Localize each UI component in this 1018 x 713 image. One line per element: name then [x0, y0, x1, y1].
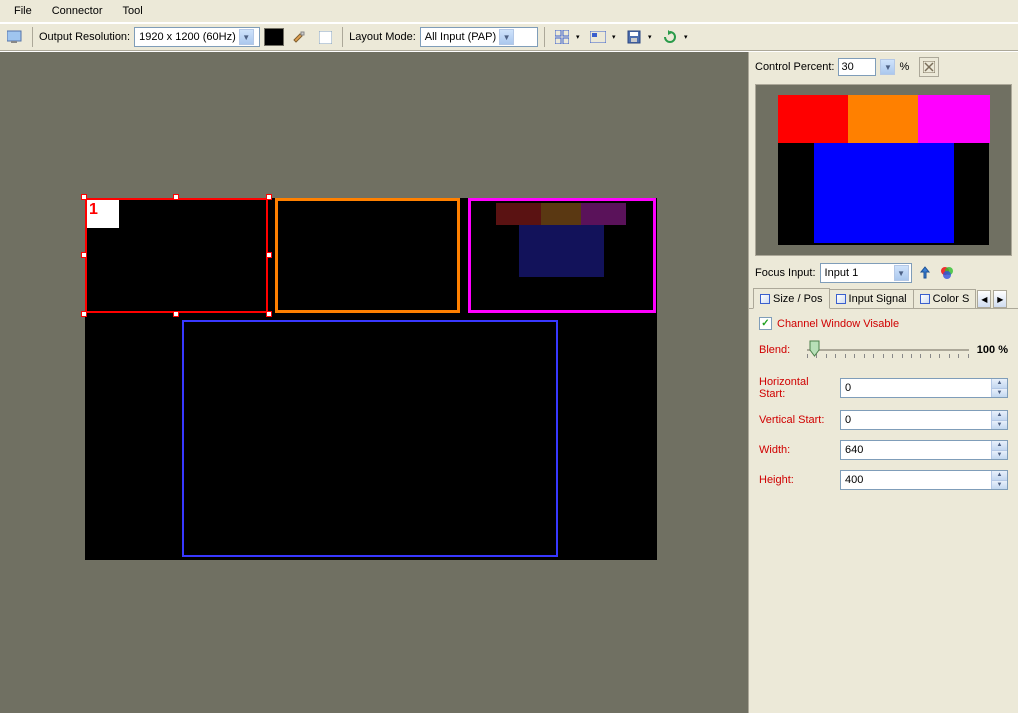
window-input-3[interactable]	[468, 198, 656, 313]
hstart-spinbox[interactable]: ▲▼	[840, 378, 1008, 398]
menu-tool[interactable]: Tool	[113, 2, 153, 20]
tab-icon	[836, 294, 846, 304]
preview-canvas[interactable]	[778, 95, 989, 245]
focus-input-select[interactable]: Input 1 ▼	[820, 263, 912, 283]
control-percent-row: Control Percent: ▼ %	[749, 52, 1018, 82]
menubar: File Connector Tool	[0, 0, 1018, 23]
tab-input-signal[interactable]: Input Signal	[829, 289, 914, 308]
height-label: Height:	[759, 474, 836, 486]
background-color-swatch[interactable]	[264, 28, 284, 46]
preview-block-3	[918, 95, 990, 143]
percent-sign: %	[899, 61, 909, 73]
vstart-label: Vertical Start:	[759, 414, 836, 426]
image-toggle-icon[interactable]	[314, 27, 336, 47]
right-panel: Control Percent: ▼ % Focus Input: Input …	[748, 52, 1018, 713]
layout-mode-dropdown[interactable]: All Input (PAP) ▼	[420, 27, 538, 47]
preview-block-1	[778, 95, 848, 143]
chevron-down-icon: ▾	[681, 33, 691, 41]
pv-block	[519, 225, 604, 277]
tab-label: Size / Pos	[773, 293, 823, 305]
tab-bar: Size / Pos Input Signal Color S ◀ ▶	[749, 288, 1018, 309]
height-spinbox[interactable]: ▲▼	[840, 470, 1008, 490]
width-spinbox[interactable]: ▲▼	[840, 440, 1008, 460]
height-input[interactable]	[841, 471, 991, 489]
chevron-down-icon: ▾	[573, 33, 583, 41]
chevron-down-icon: ▾	[645, 33, 655, 41]
output-resolution-label: Output Resolution:	[39, 31, 130, 43]
vstart-input[interactable]	[841, 411, 991, 429]
menu-file[interactable]: File	[4, 2, 42, 20]
tab-label: Color S	[933, 293, 970, 305]
control-percent-label: Control Percent:	[755, 61, 834, 73]
spin-down-icon[interactable]: ▼	[991, 389, 1007, 398]
reset-button[interactable]	[919, 57, 939, 77]
preview-block-2	[848, 95, 918, 143]
tab-scroll-left[interactable]: ◀	[977, 290, 991, 308]
canvas-area[interactable]: 1	[0, 52, 748, 713]
grid-layout-button[interactable]: ▾	[551, 27, 583, 47]
hstart-input[interactable]	[841, 379, 991, 397]
focus-input-label: Focus Input:	[755, 267, 816, 279]
tab-size-pos[interactable]: Size / Pos	[753, 288, 830, 309]
spin-up-icon[interactable]: ▲	[991, 411, 1007, 421]
tab-icon	[760, 294, 770, 304]
dropdown-arrow-icon: ▼	[499, 29, 514, 45]
refresh-layout-button[interactable]: ▾	[659, 27, 691, 47]
control-percent-input[interactable]	[838, 58, 876, 76]
spin-up-icon[interactable]: ▲	[991, 379, 1007, 389]
blend-label: Blend:	[759, 344, 799, 356]
paint-tool-icon[interactable]	[288, 27, 310, 47]
blend-slider[interactable]	[807, 340, 969, 360]
window-input-4[interactable]	[182, 320, 558, 557]
channel-visible-label: Channel Window Visable	[777, 318, 899, 330]
spin-down-icon[interactable]: ▼	[991, 451, 1007, 460]
slider-thumb-icon[interactable]	[809, 340, 820, 357]
tab-color-settings[interactable]: Color S	[913, 289, 977, 308]
output-resolution-dropdown[interactable]: 1920 x 1200 (60Hz) ▼	[134, 27, 260, 47]
pv-block	[496, 203, 541, 225]
focus-input-row: Focus Input: Input 1 ▼	[749, 258, 1018, 288]
tab-scroll-right[interactable]: ▶	[993, 290, 1007, 308]
blend-value: 100 %	[977, 344, 1008, 356]
content-area: 1 Control Percent: ▼ %	[0, 51, 1018, 713]
spin-down-icon[interactable]: ▼	[991, 421, 1007, 430]
tab-label: Input Signal	[849, 293, 907, 305]
output-resolution-value: 1920 x 1200 (60Hz)	[139, 31, 236, 43]
hstart-label: Horizontal Start:	[759, 376, 836, 400]
focus-input-value: Input 1	[825, 267, 859, 279]
chevron-down-icon: ▾	[609, 33, 619, 41]
dropdown-arrow-icon: ▼	[239, 29, 254, 45]
layout-mode-value: All Input (PAP)	[425, 31, 496, 43]
dropdown-arrow-icon: ▼	[894, 265, 909, 281]
channel-visible-checkbox[interactable]: ✓	[759, 317, 772, 330]
save-layout-button[interactable]: ▾	[623, 27, 655, 47]
vstart-spinbox[interactable]: ▲▼	[840, 410, 1008, 430]
bring-front-icon[interactable]	[916, 264, 934, 282]
pip-layout-button[interactable]: ▾	[587, 27, 619, 47]
spin-up-icon[interactable]: ▲	[991, 441, 1007, 451]
tab-icon	[920, 294, 930, 304]
pv-block	[581, 203, 626, 225]
spin-down-icon[interactable]: ▼	[991, 481, 1007, 490]
menu-connector[interactable]: Connector	[42, 2, 113, 20]
color-cycle-icon[interactable]	[938, 264, 956, 282]
width-label: Width:	[759, 444, 836, 456]
output-canvas: 1	[85, 198, 657, 560]
tab-body-size-pos: ✓ Channel Window Visable Blend: 100 % Ho…	[749, 309, 1018, 713]
preview-block-4	[814, 143, 954, 243]
window-1-selection-handles	[81, 194, 272, 317]
window-input-2[interactable]	[275, 198, 460, 313]
dropdown-arrow-icon[interactable]: ▼	[880, 59, 895, 75]
toolbar: Output Resolution: 1920 x 1200 (60Hz) ▼ …	[0, 23, 1018, 51]
preview-panel	[755, 84, 1012, 256]
spin-up-icon[interactable]: ▲	[991, 471, 1007, 481]
width-input[interactable]	[841, 441, 991, 459]
monitor-icon[interactable]	[4, 27, 26, 47]
pv-block	[541, 203, 581, 225]
layout-mode-label: Layout Mode:	[349, 31, 416, 43]
